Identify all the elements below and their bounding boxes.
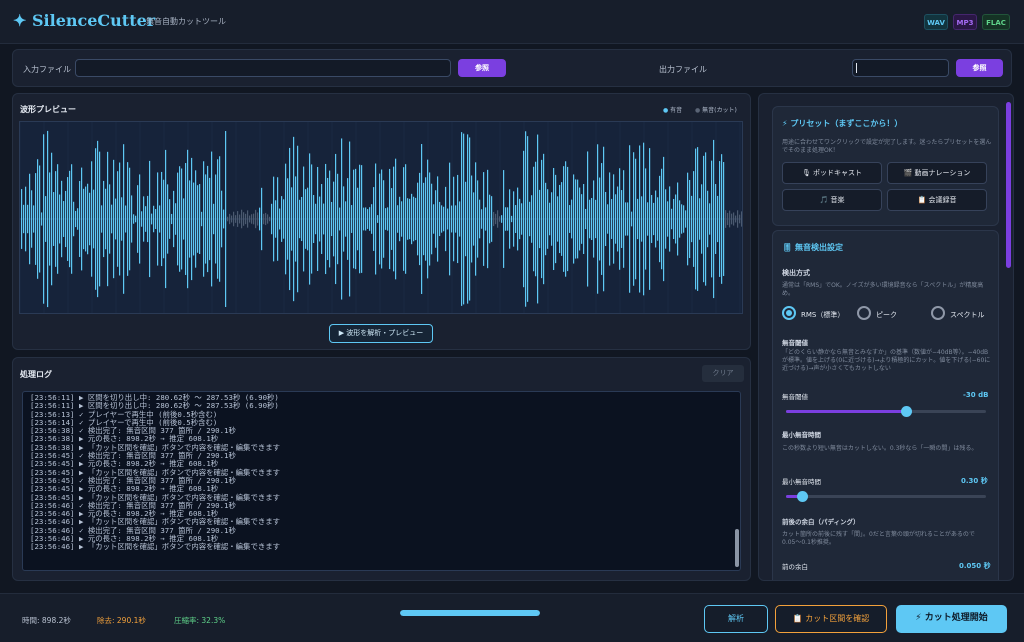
legend-voiced: ● 有音 <box>663 107 683 114</box>
waveform-canvas[interactable] <box>19 121 743 314</box>
min-duration-slider[interactable] <box>786 491 986 502</box>
app-subtitle: 無音自動カットツール <box>146 17 226 26</box>
duration-stat: 時間: 898.2秒 <box>22 616 71 625</box>
progress-bar <box>400 610 540 616</box>
waveform-title: 波形プレビュー <box>20 105 76 114</box>
log-lines: [23:56:11] ▶ 区間を切り出し中: 280.62秒 〜 287.53秒… <box>30 393 281 552</box>
radio-peak[interactable] <box>857 306 871 320</box>
threshold-label: 無音閾値 <box>782 393 808 401</box>
output-file-label: 出力ファイル <box>659 65 707 74</box>
voiced-dot-icon: ● <box>663 107 669 114</box>
radio-rms-label: RMS（標準） <box>801 311 845 319</box>
front-padding-label: 前の余白 <box>782 563 808 571</box>
padding-section: 前後の余白（パディング） <box>782 518 860 526</box>
input-file-label: 入力ファイル <box>23 65 71 74</box>
radio-rms[interactable] <box>782 306 796 320</box>
preset-description: 用途に合わせてワンクリックで設定が完了します。迷ったらプリセットを選んでそのまま… <box>782 139 992 154</box>
settings-scrollbar[interactable] <box>1006 102 1011 268</box>
method-label: 検出方式 <box>782 269 810 277</box>
app-title: SilenceCutter <box>31 11 156 30</box>
text-cursor <box>856 63 857 73</box>
silent-dot-icon: ● <box>695 107 701 114</box>
threshold-section: 無音閾値 <box>782 339 808 347</box>
app-logo: ✦ SilenceCutter <box>13 11 155 30</box>
output-browse-button[interactable]: 参照 <box>956 59 1003 77</box>
analyze-button[interactable]: 解析 <box>704 605 768 633</box>
log-line: [23:56:46] ▶ 「カット区間を確認」ボタンで内容を確認・編集できます <box>30 542 281 552</box>
review-cuts-button[interactable]: 📋 カット区間を確認 <box>775 605 887 633</box>
clear-log-button[interactable]: クリア <box>702 365 744 382</box>
threshold-help: 「どのくらい静かなら無音とみなすか」の基準（数値が−40dB等）。−40dBが標… <box>782 349 991 372</box>
format-badge-mp3: MP3 <box>953 14 977 30</box>
detection-title: 🎚 無音検出設定 <box>782 243 843 252</box>
preset-narration-button[interactable]: 🎬 動画ナレーション <box>887 162 987 184</box>
radio-spectral[interactable] <box>931 306 945 320</box>
min-duration-section: 最小無音時間 <box>782 431 821 439</box>
threshold-slider-knob[interactable] <box>901 406 912 417</box>
log-output[interactable]: [23:56:11] ▶ 区間を切り出し中: 280.62秒 〜 287.53秒… <box>22 391 741 571</box>
min-duration-value: 0.30 秒 <box>961 477 988 485</box>
padding-help: カット箇所の前後に残す「間」。0だと言葉の頭が切れることがあるので0.05〜0.… <box>782 531 975 546</box>
min-duration-label: 最小無音時間 <box>782 478 821 486</box>
file-bar: 入力ファイル 参照 出力ファイル 参照 <box>12 49 1012 87</box>
log-scrollbar[interactable] <box>735 529 739 567</box>
removed-stat: 除去: 290.1秒 <box>97 616 146 625</box>
detection-card: 🎚 無音検出設定 検出方式 通常は「RMS」でOK。ノイズが多い環境録音なら「ス… <box>772 230 999 580</box>
start-cut-button[interactable]: ⚡ カット処理開始 <box>896 605 1007 633</box>
min-duration-help: この秒数より短い無音はカットしない。0.3秒なら「一瞬の間」は残る。 <box>782 445 978 452</box>
input-browse-button[interactable]: 参照 <box>458 59 506 77</box>
threshold-value: -30 dB <box>963 391 989 399</box>
legend-silent: ● 無音(カット) <box>695 107 737 114</box>
input-file-field[interactable] <box>75 59 451 77</box>
top-bar: ✦ SilenceCutter 無音自動カットツール WAV MP3 FLAC <box>0 0 1024 44</box>
preset-music-button[interactable]: 🎵 音楽 <box>782 189 882 211</box>
sparkle-icon: ✦ <box>13 11 27 30</box>
settings-panel[interactable]: ⚡ プリセット（まずここから！） 用途に合わせてワンクリックで設定が完了します。… <box>758 93 1014 581</box>
front-padding-value: 0.050 秒 <box>959 562 991 570</box>
progress-fill <box>400 610 540 616</box>
threshold-slider[interactable] <box>786 406 986 417</box>
method-help: 通常は「RMS」でOK。ノイズが多い環境録音なら「スペクトル」が精度高め。 <box>782 282 984 297</box>
format-badge-flac: FLAC <box>982 14 1010 30</box>
ratio-stat: 圧縮率: 32.3% <box>174 616 226 625</box>
output-file-field[interactable] <box>852 59 949 77</box>
format-badge-wav: WAV <box>924 14 948 30</box>
preset-podcast-button[interactable]: 🎙 ポッドキャスト <box>782 162 882 184</box>
waveform-graphic <box>19 122 743 313</box>
min-duration-slider-knob[interactable] <box>797 491 808 502</box>
threshold-slider-fill <box>786 410 906 413</box>
log-title: 処理ログ <box>20 370 52 379</box>
preset-title: ⚡ プリセット（まずここから！） <box>782 119 903 128</box>
preset-card: ⚡ プリセット（まずここから！） 用途に合わせてワンクリックで設定が完了します。… <box>772 106 999 226</box>
radio-spectral-label: スペクトル <box>950 311 985 319</box>
radio-peak-label: ピーク <box>876 311 897 319</box>
status-bar: 時間: 898.2秒 除去: 290.1秒 圧縮率: 32.3% 解析 📋 カッ… <box>0 593 1024 642</box>
analyze-preview-button[interactable]: ▶ 波形を解析・プレビュー <box>329 324 433 343</box>
preset-meeting-button[interactable]: 📋 会議録音 <box>887 189 987 211</box>
